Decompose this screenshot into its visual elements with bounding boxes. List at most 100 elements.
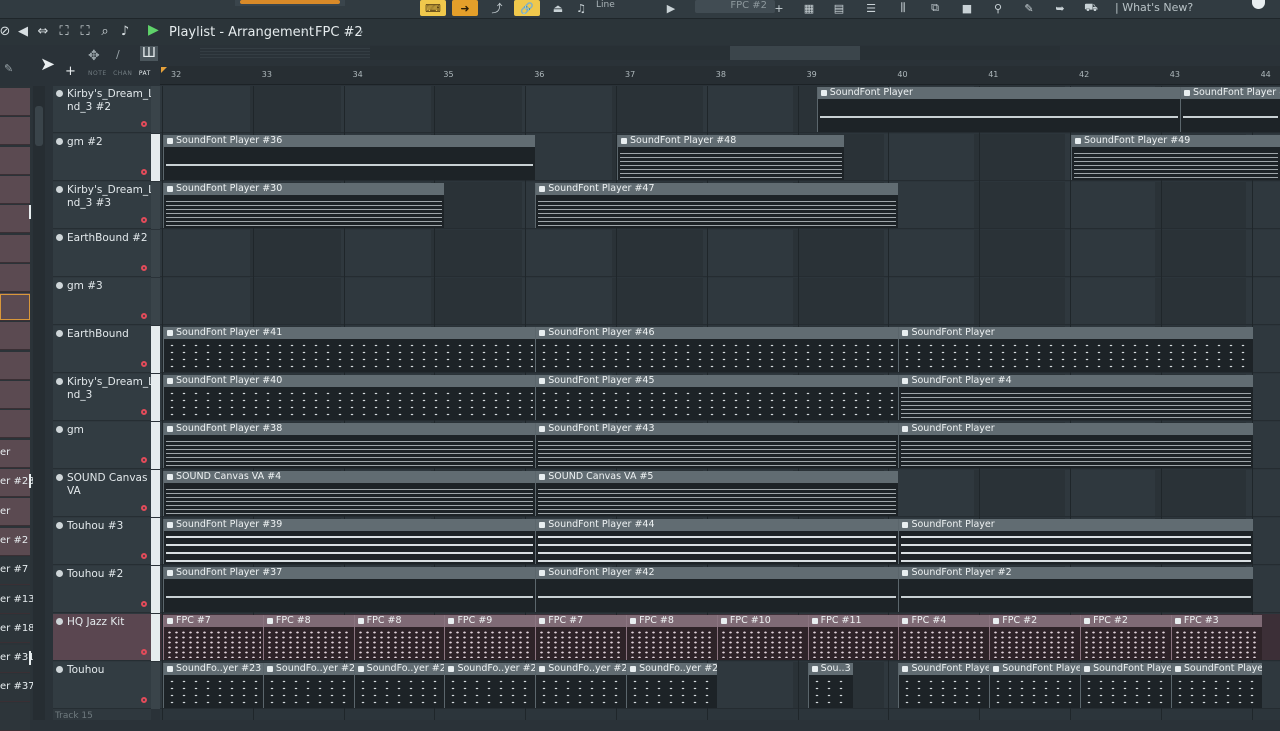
track-name[interactable]: Touhou bbox=[67, 664, 149, 677]
audio-clip[interactable]: SoundFont Player #41 bbox=[163, 327, 536, 372]
track-header[interactable]: gm bbox=[53, 422, 151, 469]
audio-clip[interactable]: SoundFont Player bbox=[989, 663, 1081, 708]
record-arm-icon[interactable] bbox=[141, 601, 147, 607]
pin-icon[interactable]: ⚲ bbox=[985, 0, 1011, 16]
clip-title[interactable]: SoundFont Player bbox=[1171, 663, 1262, 675]
track-name[interactable]: Kirby's_Dream_La nd_3 #3 bbox=[67, 184, 160, 210]
select-icon[interactable]: ⛶ bbox=[55, 24, 73, 39]
track-lane[interactable] bbox=[160, 230, 1280, 277]
clip-title[interactable]: SoundFont Player #2 bbox=[899, 567, 1253, 579]
clip-title[interactable]: FPC #8 bbox=[354, 615, 445, 627]
clip-title[interactable]: SoundFo..yer #23 bbox=[627, 663, 717, 675]
scrollbar-thumb[interactable] bbox=[35, 106, 43, 146]
audio-clip[interactable]: SoundFo..yer #23 bbox=[353, 663, 445, 708]
track-header[interactable]: Kirby's_Dream_La nd_3 bbox=[53, 374, 160, 421]
audio-clip[interactable]: SoundFont Player bbox=[898, 663, 990, 708]
track-name[interactable]: gm #3 bbox=[67, 280, 149, 293]
track-header[interactable]: SOUND Canvas VA bbox=[53, 470, 151, 517]
bar-number[interactable]: 36 bbox=[534, 70, 544, 79]
audio-clip[interactable]: SOUND Canvas VA #5 bbox=[535, 471, 899, 516]
clip-title[interactable]: SOUND Canvas VA #5 bbox=[536, 471, 899, 483]
audio-clip[interactable]: SoundFont Player bbox=[898, 423, 1253, 468]
track-name[interactable]: gm bbox=[67, 424, 149, 437]
clip-title[interactable]: SoundFont Player #38 bbox=[164, 423, 536, 435]
audio-clip[interactable]: SoundFont Player bbox=[898, 327, 1253, 372]
record-arm-icon[interactable] bbox=[141, 313, 147, 319]
play-icon[interactable]: ▶ bbox=[148, 22, 159, 38]
track-mute-icon[interactable] bbox=[56, 474, 63, 481]
link-icon[interactable]: 🔗 bbox=[514, 0, 540, 16]
record-arm-icon[interactable] bbox=[141, 457, 147, 463]
track-name[interactable]: SOUND Canvas VA bbox=[67, 472, 149, 498]
clip-title[interactable]: FPC #7 bbox=[164, 615, 263, 627]
audio-clip[interactable]: SoundFont Player #38 bbox=[163, 423, 536, 468]
audio-clip[interactable]: SoundFont Player #39 bbox=[163, 519, 536, 564]
track-resize-handle[interactable] bbox=[151, 470, 160, 517]
audio-clip[interactable]: SoundFont Player #42 bbox=[535, 567, 899, 612]
bar-number[interactable]: 41 bbox=[988, 70, 998, 79]
track-header[interactable]: Kirby's_Dream_La nd_3 #3 bbox=[53, 182, 160, 229]
bar-number[interactable]: 33 bbox=[262, 70, 272, 79]
track-mute-icon[interactable] bbox=[56, 138, 63, 145]
pattern-clip[interactable]: FPC #11 bbox=[807, 615, 899, 660]
channel-button[interactable] bbox=[0, 146, 30, 175]
undo-icon[interactable]: ⤴ bbox=[484, 0, 510, 16]
chevron-right-icon[interactable]: › bbox=[359, 25, 363, 38]
clip-title[interactable]: FPC #10 bbox=[717, 615, 808, 627]
headphones-icon[interactable]: ♫ bbox=[574, 0, 588, 16]
pattern-clip[interactable]: FPC #2 bbox=[989, 615, 1081, 660]
clip-title[interactable]: SoundFont Player bbox=[899, 327, 1253, 339]
clip-title[interactable]: FPC #7 bbox=[536, 615, 627, 627]
close-icon[interactable]: ⊘ bbox=[0, 24, 14, 39]
clip-title[interactable]: SoundFont Player bbox=[899, 423, 1253, 435]
track-name[interactable]: EarthBound bbox=[67, 328, 149, 341]
speaker-icon[interactable]: ♪ bbox=[116, 24, 134, 39]
channel-button[interactable] bbox=[0, 117, 30, 146]
mute-icon[interactable]: ◀ bbox=[14, 24, 32, 39]
record-arm-icon[interactable] bbox=[141, 361, 147, 367]
clip-title[interactable]: SoundFont Player #48 bbox=[618, 135, 844, 147]
track-resize-handle[interactable] bbox=[151, 86, 160, 133]
master-pitch-slider[interactable] bbox=[235, 0, 345, 6]
track-header[interactable]: EarthBound bbox=[53, 326, 151, 373]
track-name[interactable]: Kirby's_Dream_La nd_3 bbox=[67, 376, 160, 402]
clip-title[interactable]: SoundFont Player #46 bbox=[536, 327, 899, 339]
whats-new-link[interactable]: | What's New? bbox=[1115, 1, 1193, 14]
audio-clip[interactable]: SoundFont Player #44 bbox=[535, 519, 899, 564]
track-name[interactable]: Touhou #3 bbox=[67, 520, 149, 533]
audio-clip[interactable]: SoundFont Player #36 bbox=[163, 135, 536, 180]
pattern-clip[interactable]: FPC #7 bbox=[535, 615, 627, 660]
track-resize-handle[interactable] bbox=[151, 662, 160, 709]
pattern-clip[interactable]: FPC #4 bbox=[898, 615, 990, 660]
audio-clip[interactable]: SoundFont Player #49 bbox=[1071, 135, 1280, 180]
channel-button[interactable] bbox=[0, 381, 30, 409]
audio-clip[interactable]: SoundFont Player #46 bbox=[535, 327, 899, 372]
metronome-icon[interactable]: ⏏ bbox=[545, 0, 571, 16]
slice-icon[interactable]: ∕ bbox=[116, 48, 120, 61]
audio-clip[interactable]: SoundFont Player bbox=[1170, 663, 1262, 708]
clip-title[interactable]: SoundFont Player bbox=[817, 87, 1180, 99]
track-name[interactable]: HQ Jazz Kit bbox=[67, 616, 149, 629]
track-resize-handle[interactable] bbox=[151, 518, 160, 565]
clip-title[interactable]: Sou..3 bbox=[808, 663, 854, 675]
piano-roll-icon[interactable]: ☰ bbox=[858, 0, 884, 16]
track-mute-icon[interactable] bbox=[56, 186, 63, 193]
playlist-icon[interactable]: ▦ bbox=[796, 0, 822, 16]
pat-label[interactable]: PAT bbox=[139, 70, 151, 77]
clip-title[interactable]: FPC #4 bbox=[899, 615, 990, 627]
track-header[interactable]: EarthBound #2 bbox=[53, 230, 151, 277]
clip-title[interactable]: SoundFont Player #30 bbox=[164, 183, 445, 195]
audio-clip[interactable]: SoundFo..yer #23 bbox=[626, 663, 717, 708]
audio-clip[interactable]: SoundFont Player #45 bbox=[535, 375, 899, 420]
playlist-overview[interactable] bbox=[370, 46, 1060, 60]
zoom-icon[interactable]: ⌕ bbox=[96, 24, 114, 39]
track-resize-handle[interactable] bbox=[151, 374, 160, 421]
track-resize-handle[interactable] bbox=[151, 566, 160, 613]
audio-clip[interactable]: SoundFont Player #37 bbox=[163, 567, 536, 612]
track-resize-handle[interactable] bbox=[151, 422, 160, 469]
pattern-clip[interactable]: FPC #2 bbox=[1080, 615, 1171, 660]
record-arm-icon[interactable] bbox=[141, 553, 147, 559]
channel-button[interactable] bbox=[0, 205, 30, 234]
stop-icon[interactable]: ■ bbox=[954, 0, 980, 16]
clip-title[interactable]: SoundFo..yer #23 bbox=[354, 663, 445, 675]
